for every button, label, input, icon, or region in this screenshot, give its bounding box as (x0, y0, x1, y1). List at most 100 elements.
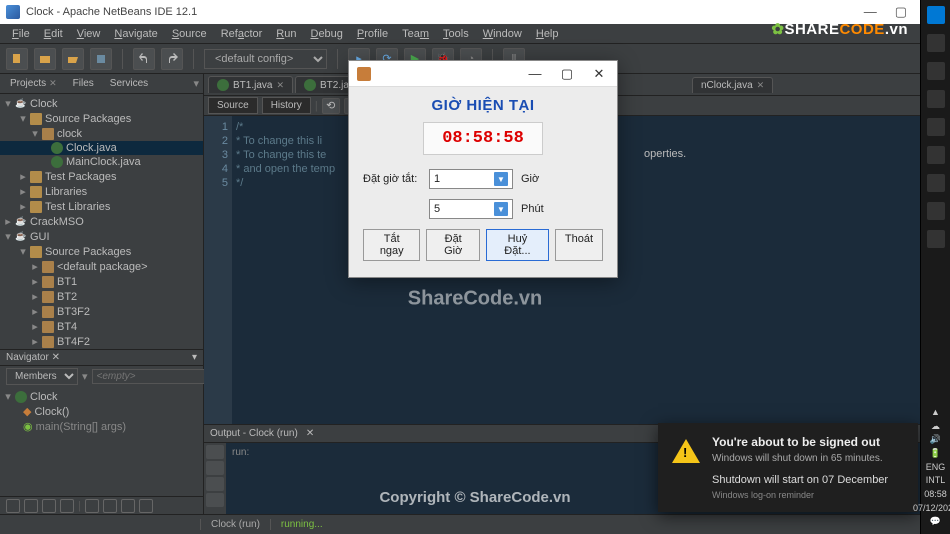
filter-icon-2[interactable] (24, 499, 38, 513)
taskbar-icon[interactable] (927, 230, 945, 248)
filter-icon-5[interactable] (85, 499, 99, 513)
system-tray[interactable]: ▲ ☁ 🔊 🔋 ENG INTL 08:58 07/12/2020 💬 (913, 405, 950, 534)
nav-class-clock[interactable]: ▾Clock (0, 389, 203, 404)
close-icon[interactable]: ✕ (276, 80, 284, 91)
menu-source[interactable]: Source (166, 26, 213, 42)
close-icon[interactable]: ✕ (49, 78, 57, 89)
package-bt4f2[interactable]: ▸BT4F2 (0, 334, 203, 349)
open-button[interactable] (62, 48, 84, 70)
nav-ctor[interactable]: ◆ Clock() (0, 404, 203, 419)
taskbar-icon[interactable] (927, 202, 945, 220)
new-file-button[interactable] (6, 48, 28, 70)
toast-source: Windows log-on reminder (712, 490, 888, 500)
menu-debug[interactable]: Debug (304, 26, 348, 42)
project-node-clock[interactable]: ▾☕Clock (0, 96, 203, 111)
windows-taskbar-strip: ▲ ☁ 🔊 🔋 ENG INTL 08:58 07/12/2020 💬 (920, 0, 950, 534)
file-mainclock-java[interactable]: MainClock.java (0, 155, 203, 169)
menu-run[interactable]: Run (270, 26, 302, 42)
menu-tools[interactable]: Tools (437, 26, 475, 42)
output-rerun-button[interactable] (206, 445, 224, 459)
minimize-button[interactable]: — (864, 4, 877, 20)
taskbar-icon[interactable] (927, 62, 945, 80)
toast-sub: Shutdown will start on 07 December (712, 474, 888, 486)
status-task: Clock (run) (200, 519, 270, 530)
filter-icon-8[interactable] (139, 499, 153, 513)
filter-icon-1[interactable] (6, 499, 20, 513)
shutdown-now-button[interactable]: Tắt ngay (363, 229, 420, 261)
source-packages-gui[interactable]: ▾Source Packages (0, 244, 203, 259)
menu-team[interactable]: Team (396, 26, 435, 42)
menu-profile[interactable]: Profile (351, 26, 394, 42)
panel-menu-button[interactable]: ▾ (193, 77, 203, 90)
package-bt3f2[interactable]: ▸BT3F2 (0, 304, 203, 319)
menu-help[interactable]: Help (530, 26, 565, 42)
redo-button[interactable] (161, 48, 183, 70)
default-package[interactable]: ▸<default package> (0, 259, 203, 274)
taskbar-icon[interactable] (927, 118, 945, 136)
close-icon[interactable]: ✕ (757, 80, 765, 91)
test-packages-node[interactable]: ▸Test Packages (0, 169, 203, 184)
windows-notification[interactable]: You're about to be signed out Windows wi… (658, 423, 918, 512)
menu-view[interactable]: View (71, 26, 107, 42)
package-clock[interactable]: ▾clock (0, 126, 203, 141)
panel-menu-button[interactable]: ▾ (192, 352, 197, 363)
file-clock-java[interactable]: Clock.java (0, 141, 203, 155)
sub-tab-history[interactable]: History (262, 97, 311, 114)
cancel-set-button[interactable]: Huỷ Đặt... (486, 229, 549, 261)
source-packages-node[interactable]: ▾Source Packages (0, 111, 203, 126)
filter-icon-7[interactable] (121, 499, 135, 513)
taskbar-icon[interactable] (927, 90, 945, 108)
status-bar: Clock (run) running... (0, 514, 950, 534)
projects-tabs: Projects ✕ Files Services ▾ (0, 74, 203, 94)
editor-tab-nclock[interactable]: nClock.java✕ (692, 77, 773, 93)
close-icon[interactable]: ✕ (52, 352, 60, 363)
filter-icon-3[interactable] (42, 499, 56, 513)
clock-titlebar[interactable]: — ▢ ✕ (349, 61, 617, 87)
hour-combobox[interactable]: 1▼ (429, 169, 513, 189)
package-bt4[interactable]: ▸BT4 (0, 319, 203, 334)
windows-start-icon[interactable] (927, 6, 945, 24)
app-close-button[interactable]: ✕ (583, 62, 615, 86)
tab-files[interactable]: Files (67, 76, 100, 91)
menu-window[interactable]: Window (477, 26, 528, 42)
package-bt1[interactable]: ▸BT1 (0, 274, 203, 289)
editor-tab-bt1[interactable]: BT1.java✕ (208, 76, 293, 93)
save-all-button[interactable] (90, 48, 112, 70)
run-config-select[interactable]: <default config> (204, 49, 327, 69)
maximize-button[interactable]: ▢ (895, 4, 907, 20)
filter-icon-6[interactable] (103, 499, 117, 513)
menu-file[interactable]: File (6, 26, 36, 42)
exit-button[interactable]: Thoát (555, 229, 603, 261)
libraries-node[interactable]: ▸Libraries (0, 184, 203, 199)
app-maximize-button[interactable]: ▢ (551, 62, 583, 86)
package-bt2[interactable]: ▸BT2 (0, 289, 203, 304)
new-project-button[interactable] (34, 48, 56, 70)
output-wrap-button[interactable] (206, 493, 224, 507)
toast-body: Windows will shut down in 65 minutes. (712, 452, 888, 466)
minute-combobox[interactable]: 5▼ (429, 199, 513, 219)
tab-services[interactable]: Services (104, 76, 154, 91)
menu-navigate[interactable]: Navigate (108, 26, 163, 42)
sharecode-logo: ✿SHARECODE.vn (771, 20, 908, 38)
project-node-crackmso[interactable]: ▸☕CrackMSO (0, 214, 203, 229)
netbeans-icon (6, 5, 20, 19)
menu-edit[interactable]: Edit (38, 26, 69, 42)
taskbar-icon[interactable] (927, 146, 945, 164)
undo-button[interactable] (133, 48, 155, 70)
taskbar-icon[interactable] (927, 34, 945, 52)
nav-main[interactable]: ◉ main(String[] args) (0, 419, 203, 434)
close-icon[interactable]: ✕ (306, 428, 314, 439)
sub-tab-source[interactable]: Source (208, 97, 258, 114)
output-clear-button[interactable] (206, 477, 224, 491)
app-minimize-button[interactable]: — (519, 62, 551, 86)
filter-icon-4[interactable] (60, 499, 74, 513)
set-time-button[interactable]: Đặt Giờ (426, 229, 479, 261)
test-libraries-node[interactable]: ▸Test Libraries (0, 199, 203, 214)
members-select[interactable]: Members (6, 368, 78, 385)
output-stop-button[interactable] (206, 461, 224, 475)
tab-projects[interactable]: Projects ✕ (4, 76, 63, 91)
menu-refactor[interactable]: Refactor (215, 26, 269, 42)
project-node-gui[interactable]: ▾☕GUI (0, 229, 203, 244)
taskbar-icon[interactable] (927, 174, 945, 192)
toolbar-icon[interactable]: ⟲ (322, 98, 340, 114)
